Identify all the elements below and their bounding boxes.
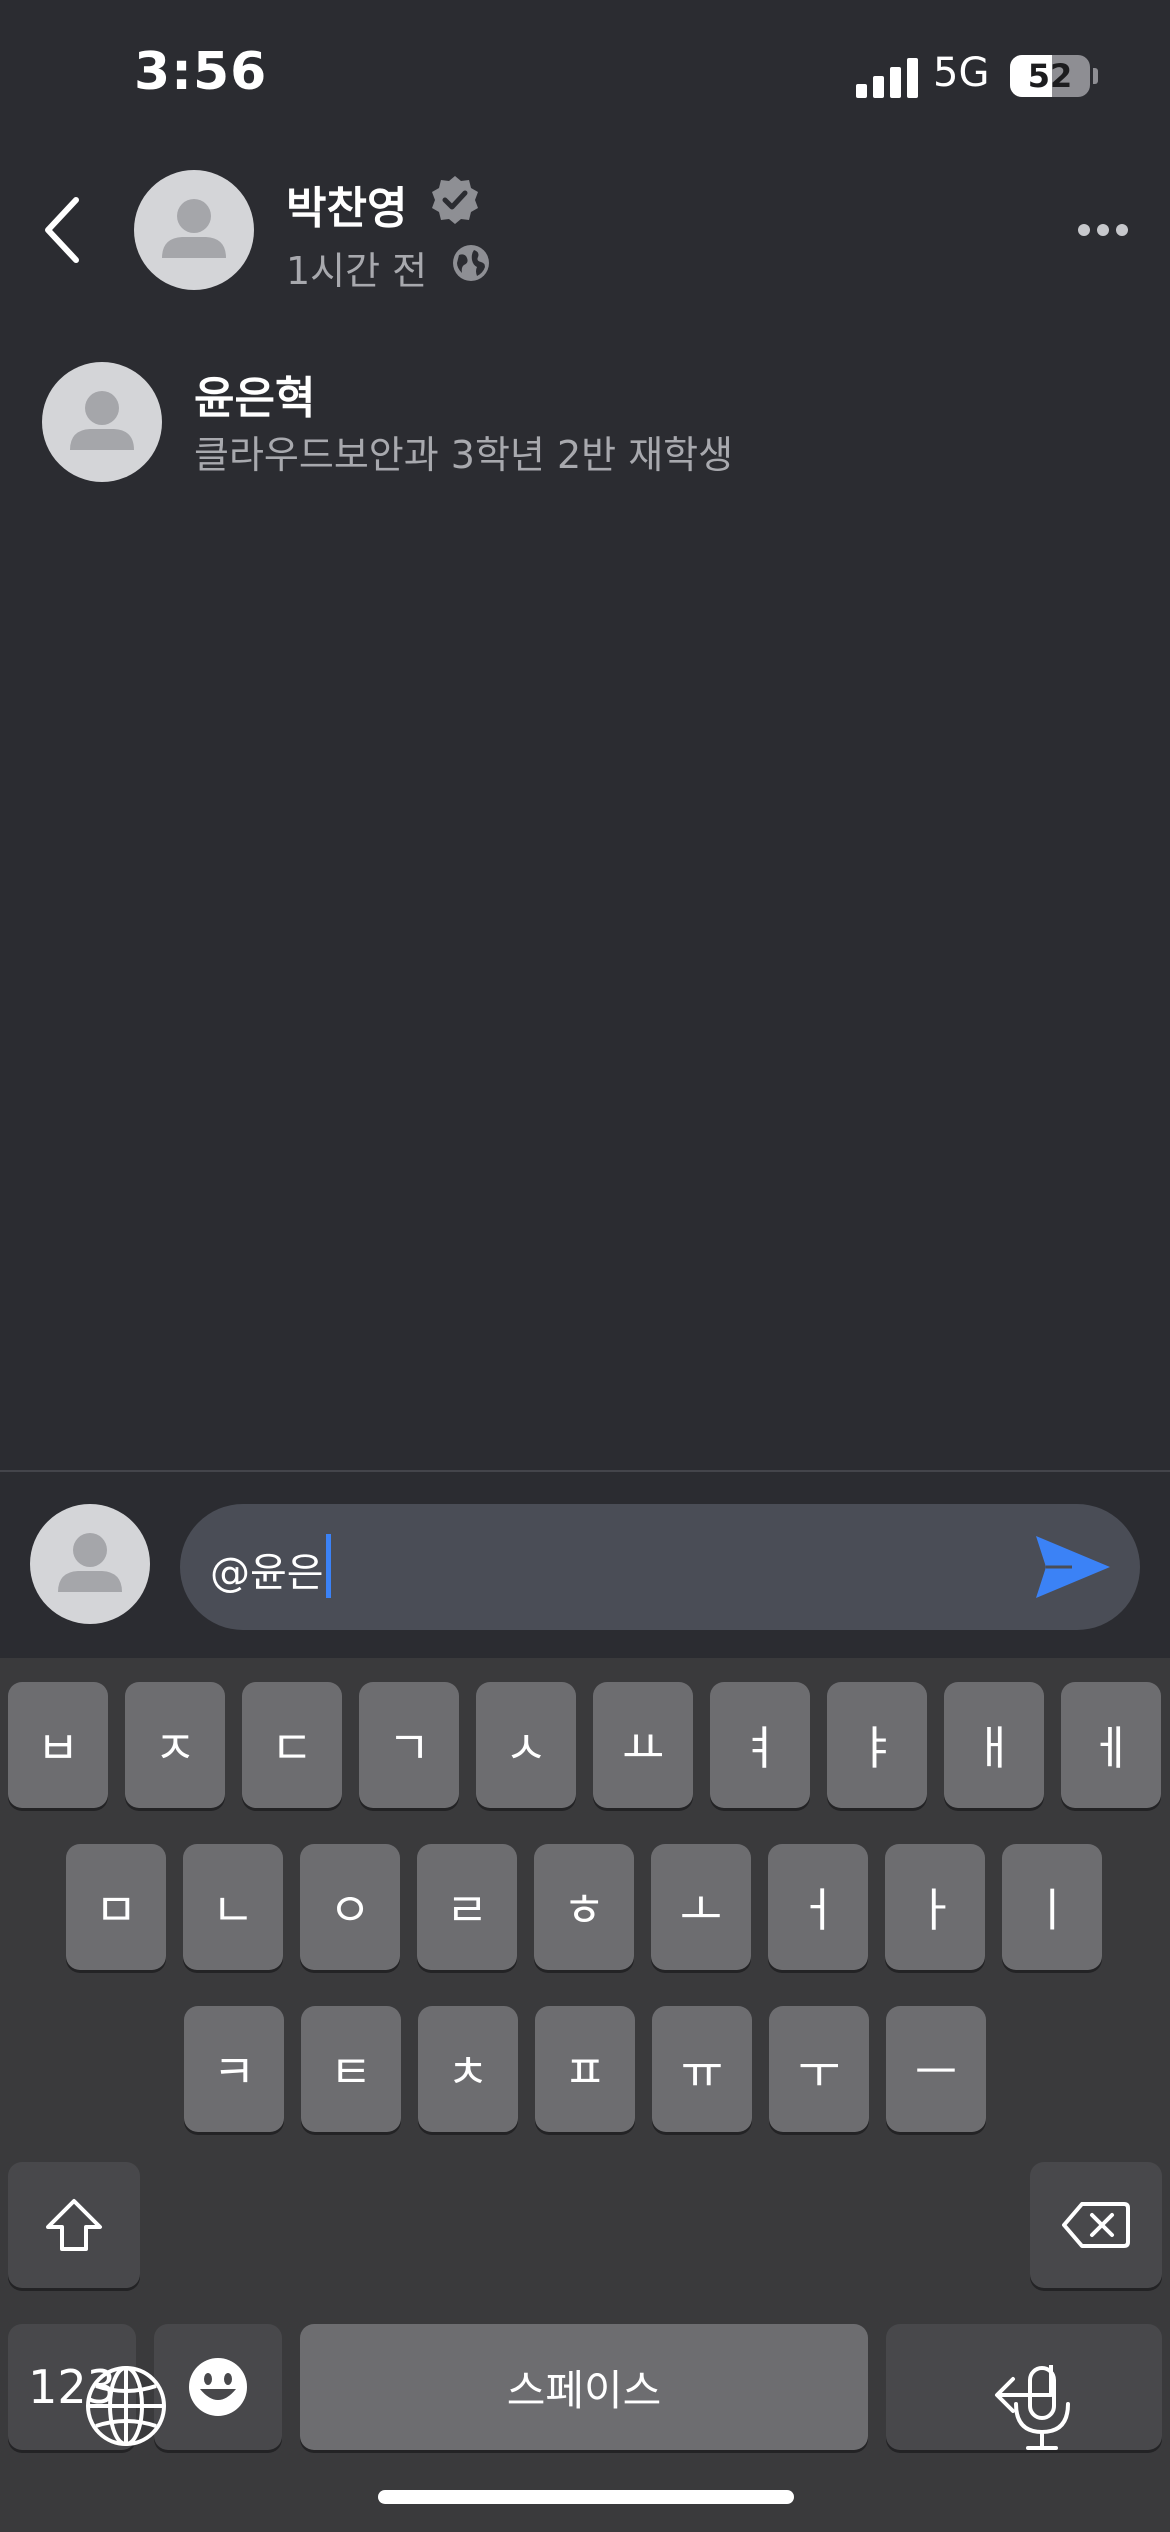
status-bar: 3:56 5G 52 [0,0,1170,150]
space-key[interactable]: 스페이스 [300,2324,868,2450]
network-type: 5G [933,50,990,96]
key-row3-0[interactable]: ㅋ [184,2006,284,2132]
battery-nub [1093,68,1098,84]
key-row1-7[interactable]: ㅑ [827,1682,927,1808]
emoji-icon [189,2358,247,2416]
battery-icon: 52 [1010,55,1090,97]
key-row2-0[interactable]: ㅁ [66,1844,166,1970]
key-row1-6[interactable]: ㅕ [710,1682,810,1808]
key-row1-4[interactable]: ㅅ [476,1682,576,1808]
author-name[interactable]: 박찬영 [286,172,407,236]
person-icon [162,199,226,258]
suggestion-avatar [42,362,162,482]
key-row1-0[interactable]: ㅂ [8,1682,108,1808]
key-row2-1[interactable]: ㄴ [183,1844,283,1970]
key-row1-1[interactable]: ㅈ [125,1682,225,1808]
back-chevron-icon [45,197,79,263]
globe-icon [86,2366,166,2446]
key-row2-8[interactable]: ㅣ [1002,1844,1102,1970]
signal-strength-icon [856,58,918,98]
comment-composer: @윤은 [0,1470,1170,1658]
send-icon [1036,1536,1110,1598]
globe-icon [453,245,489,281]
shift-icon [46,2199,102,2251]
key-row3-1[interactable]: ㅌ [301,2006,401,2132]
mention-suggestion-item[interactable]: 윤은혁 클라우드보안과 3학년 2반 재학생 [0,352,1170,488]
key-row1-3[interactable]: ㄱ [359,1682,459,1808]
keyboard: ㅂㅈㄷㄱㅅㅛㅕㅑㅐㅔ ㅁㄴㅇㄹㅎㅗㅓㅏㅣ ㅋㅌㅊㅍㅠㅜㅡ 123 스페이스 [0,1658,1170,2532]
key-row3-3[interactable]: ㅍ [535,2006,635,2132]
key-row1-5[interactable]: ㅛ [593,1682,693,1808]
comment-input[interactable]: @윤은 [180,1504,1140,1630]
key-row2-2[interactable]: ㅇ [300,1844,400,1970]
person-icon [70,391,134,450]
key-row2-5[interactable]: ㅗ [651,1844,751,1970]
home-indicator[interactable] [378,2490,794,2504]
emoji-key[interactable] [154,2324,282,2450]
key-row2-4[interactable]: ㅎ [534,1844,634,1970]
key-row2-3[interactable]: ㄹ [417,1844,517,1970]
dictation-key[interactable] [1006,2364,1078,2454]
my-avatar [30,1504,150,1624]
post-time: 1시간 전 [286,249,428,293]
more-options-icon [1078,224,1128,236]
author-avatar[interactable] [134,170,254,290]
battery-percent: 52 [1027,57,1073,95]
key-row2-7[interactable]: ㅏ [885,1844,985,1970]
backspace-icon [1062,2202,1130,2248]
key-row3-6[interactable]: ㅡ [886,2006,986,2132]
key-row3-4[interactable]: ㅠ [652,2006,752,2132]
comment-input-text: @윤은 [210,1550,324,1596]
text-caret [326,1534,331,1598]
shift-key[interactable] [8,2162,140,2288]
globe-key[interactable] [84,2364,168,2448]
person-icon [58,1533,122,1592]
microphone-icon [1014,2366,1070,2450]
back-button[interactable] [36,188,96,272]
key-row1-8[interactable]: ㅐ [944,1682,1044,1808]
key-row2-6[interactable]: ㅓ [768,1844,868,1970]
send-button[interactable] [1032,1532,1114,1602]
more-options-button[interactable] [1076,210,1130,250]
suggestion-name: 윤은혁 [194,373,316,424]
key-row3-5[interactable]: ㅜ [769,2006,869,2132]
verified-badge-icon [432,176,478,224]
key-row1-2[interactable]: ㄷ [242,1682,342,1808]
key-row1-9[interactable]: ㅔ [1061,1682,1161,1808]
status-time: 3:56 [134,42,268,102]
backspace-key[interactable] [1030,2162,1162,2288]
key-row3-2[interactable]: ㅊ [418,2006,518,2132]
suggestion-description: 클라우드보안과 3학년 2반 재학생 [194,433,734,477]
